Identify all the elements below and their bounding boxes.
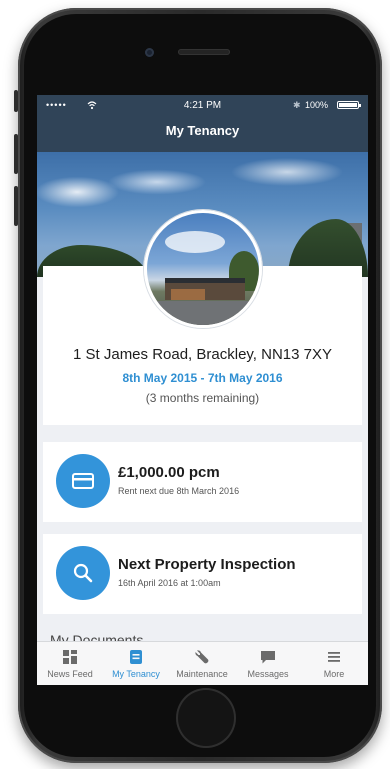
avatar-driveway [147,301,259,325]
inspection-icon-circle [56,546,110,600]
rent-icon-circle [56,454,110,508]
card-icon [72,473,94,489]
property-address: 1 St James Road, Brackley, NN13 7XY [73,346,332,363]
tab-more[interactable]: More [301,642,367,685]
bluetooth-icon: ✱ [293,100,301,110]
news-feed-icon [63,650,77,664]
avatar-cloud [165,231,225,253]
tab-news-feed[interactable]: News Feed [37,642,103,685]
navigation-bar: My Tenancy [37,115,368,152]
tab-maintenance[interactable]: Maintenance [169,642,235,685]
tab-my-tenancy[interactable]: My Tenancy [103,642,169,685]
tenancy-icon [130,650,142,664]
status-bar: ••••• 4:21 PM ✱ 100% [37,95,368,115]
wrench-icon [195,650,209,664]
page-title: My Tenancy [165,123,240,138]
battery-percentage: 100% [305,100,329,110]
inspection-card[interactable]: Next Property Inspection 16th April 2016… [43,534,362,614]
rent-due-date: Rent next due 8th March 2016 [118,486,240,496]
tab-messages[interactable]: Messages [235,642,301,685]
earpiece-speaker [178,49,230,55]
home-button[interactable] [176,688,236,748]
tenancy-remaining: (3 months remaining) [145,391,260,405]
messages-icon [261,651,275,664]
tab-label: News Feed [47,669,93,679]
front-camera [145,48,154,57]
avatar-garage [171,289,205,300]
battery-icon [337,101,361,109]
search-icon [73,563,93,583]
tab-label: My Tenancy [112,669,160,679]
tab-label: Maintenance [176,669,228,679]
rent-card[interactable]: £1,000.00 pcm Rent next due 8th March 20… [43,442,362,522]
menu-icon [328,652,340,662]
tab-bar: News Feed My Tenancy Maintenance Message… [37,641,368,685]
inspection-title: Next Property Inspection [118,556,296,573]
app-screen: ••••• 4:21 PM ✱ 100% My Tenancy 1 St Jam… [37,95,368,685]
property-photo [144,210,262,328]
side-button-mute [14,90,18,112]
side-button-volume-up [14,134,18,174]
tab-label: Messages [247,669,289,679]
side-button-volume-down [14,186,18,226]
inspection-date: 16th April 2016 at 1:00am [118,578,221,588]
rent-amount: £1,000.00 pcm [118,464,220,481]
tab-label: More [323,669,345,679]
tenancy-dates: 8th May 2015 - 7th May 2016 [122,371,283,385]
